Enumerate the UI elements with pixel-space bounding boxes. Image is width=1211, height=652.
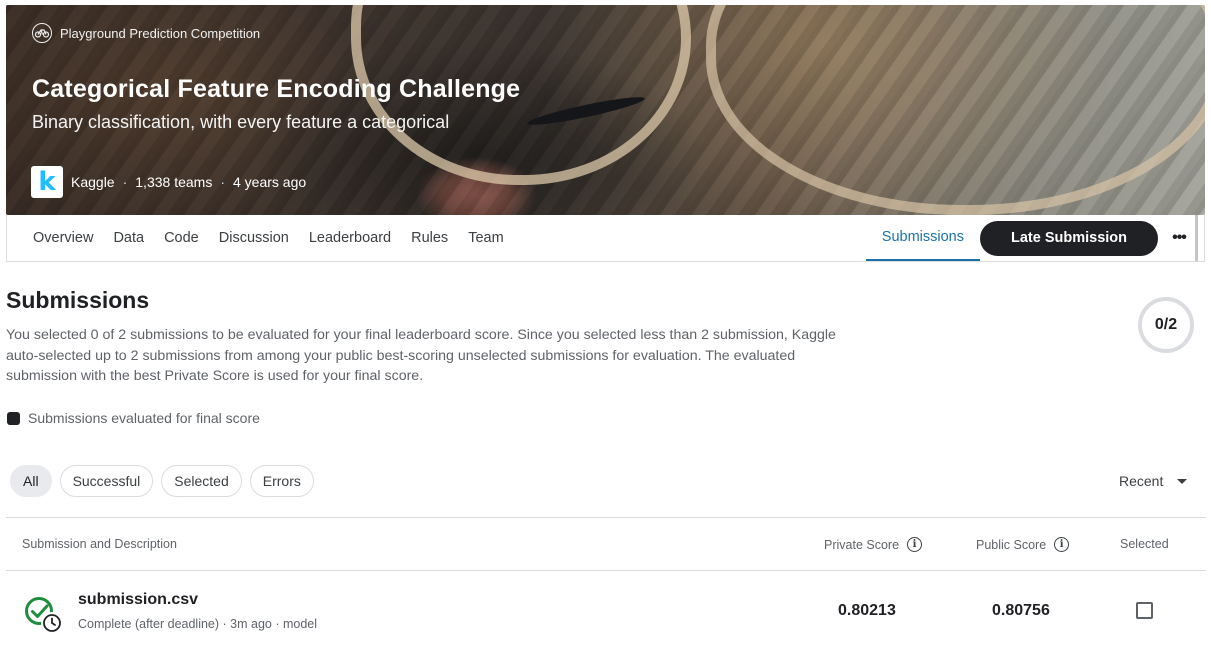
tab-overview[interactable]: Overview <box>33 230 93 246</box>
sort-dropdown[interactable]: Recent <box>1119 473 1188 489</box>
page-title: Submissions <box>6 287 150 313</box>
competition-type: Playground Prediction Competition <box>32 23 260 43</box>
submission-meta: Complete (after deadline) · 3m ago · mod… <box>78 617 318 631</box>
competition-title: Categorical Feature Encoding Challenge <box>32 75 521 103</box>
legend-label: Submissions evaluated for final score <box>28 410 260 426</box>
competition-nav: Overview Data Code Discussion Leaderboar… <box>6 215 1205 262</box>
host-name[interactable]: Kaggle <box>71 174 115 190</box>
competition-type-label: Playground Prediction Competition <box>60 25 261 41</box>
filter-successful[interactable]: Successful <box>59 465 154 497</box>
team-count: 1,338 teams <box>135 174 213 190</box>
selected-checkbox[interactable] <box>1136 602 1153 619</box>
competition-subtitle: Binary classification, with every featur… <box>32 112 450 132</box>
tab-submissions[interactable]: Submissions <box>865 215 980 261</box>
tab-rules[interactable]: Rules <box>411 230 448 246</box>
submissions-description: You selected 0 of 2 submissions to be ev… <box>6 327 836 384</box>
competition-banner: Playground Prediction Competition Catego… <box>6 5 1205 215</box>
late-submission-button[interactable]: Late Submission <box>980 220 1158 256</box>
host-info: k Kaggle · 1,338 teams · 4 years ago <box>31 166 306 198</box>
tab-discussion[interactable]: Discussion <box>219 230 289 246</box>
legend-swatch <box>7 411 20 425</box>
caret-down-icon <box>1177 478 1188 484</box>
table-row[interactable]: submission.csv Complete (after deadline)… <box>6 517 1206 652</box>
tab-data[interactable]: Data <box>113 230 144 246</box>
nav-scrollbar[interactable] <box>1195 215 1198 261</box>
submission-filename[interactable]: submission.csv <box>78 591 198 609</box>
private-score-value: 0.80213 <box>838 602 896 619</box>
competition-age: 4 years ago <box>233 174 307 190</box>
complete-with-clock-icon <box>25 597 63 634</box>
tab-leaderboard[interactable]: Leaderboard <box>309 230 391 246</box>
separator-dot: · <box>220 174 225 190</box>
bicycle-icon <box>32 23 52 43</box>
separator-dot: · <box>122 174 128 190</box>
filter-errors[interactable]: Errors <box>249 465 314 497</box>
sort-label: Recent <box>1119 473 1164 489</box>
public-score-value: 0.80756 <box>992 602 1050 619</box>
more-options-icon[interactable]: ••• <box>1166 229 1192 247</box>
selection-counter: 0/2 <box>1138 297 1194 353</box>
tab-code[interactable]: Code <box>164 230 199 246</box>
tab-team[interactable]: Team <box>468 230 503 246</box>
filter-chips: All Successful Selected Errors <box>10 465 314 497</box>
filter-all[interactable]: All <box>10 465 52 497</box>
nav-tabs: Overview Data Code Discussion Leaderboar… <box>33 230 504 246</box>
legend: Submissions evaluated for final score <box>7 410 260 426</box>
kaggle-logo-icon[interactable]: k <box>31 166 63 198</box>
filter-selected[interactable]: Selected <box>161 465 242 497</box>
